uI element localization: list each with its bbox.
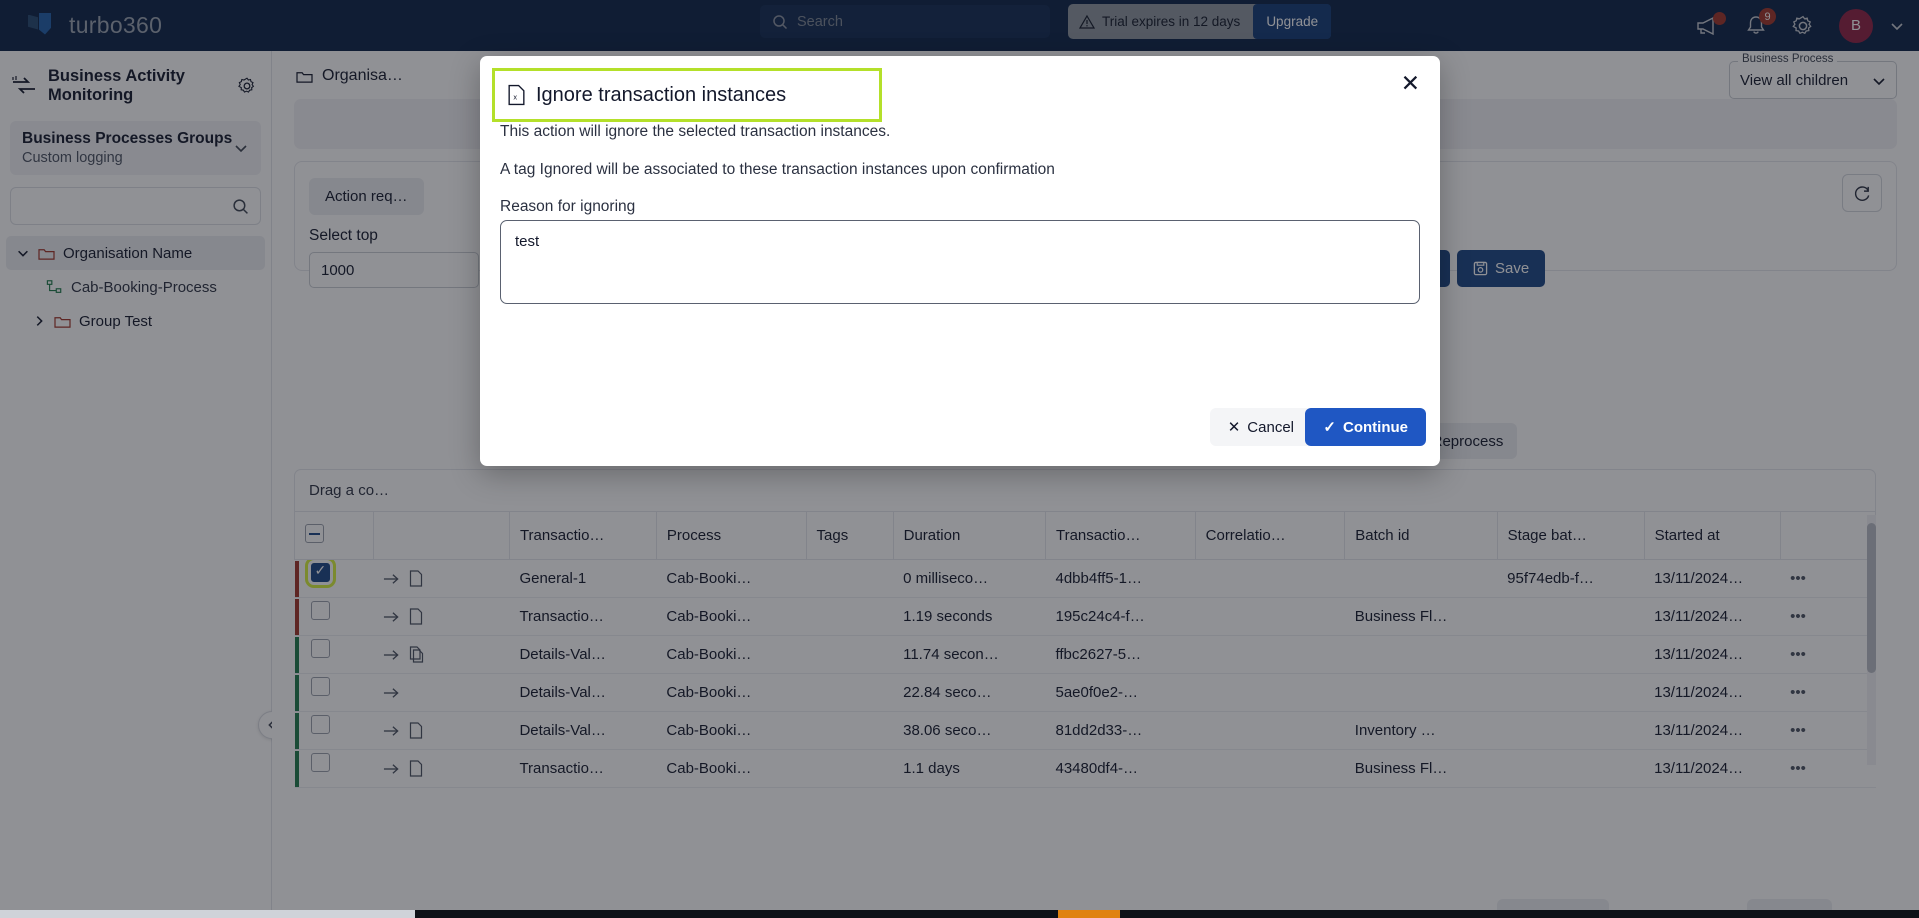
reason-textarea[interactable] [500,220,1420,304]
modal-title-container: x Ignore transaction instances [492,68,882,122]
close-icon[interactable]: ✕ [1401,72,1420,95]
continue-label: Continue [1343,418,1408,436]
continue-button[interactable]: ✓ Continue [1305,408,1426,446]
svg-text:x: x [513,93,517,102]
modal-paragraph-2: A tag Ignored will be associated to thes… [500,161,1055,178]
os-taskbar [0,910,1919,918]
reason-field-label: Reason for ignoring [500,198,636,215]
ignore-transaction-modal: x Ignore transaction instances ✕ This ac… [480,56,1440,466]
taskbar-segment-1 [0,910,415,918]
taskbar-segment-2 [1058,910,1120,918]
ignore-document-icon: x [508,84,525,106]
check-icon: ✓ [1323,419,1336,436]
cancel-icon: ✕ [1227,419,1241,436]
modal-title: Ignore transaction instances [536,83,787,106]
cancel-label: Cancel [1247,418,1294,436]
cancel-button[interactable]: ✕ Cancel [1209,408,1312,446]
modal-paragraph-1: This action will ignore the selected tra… [500,123,891,140]
app-root: turbo360 Trial expires in 12 days Upgrad… [0,0,1919,918]
